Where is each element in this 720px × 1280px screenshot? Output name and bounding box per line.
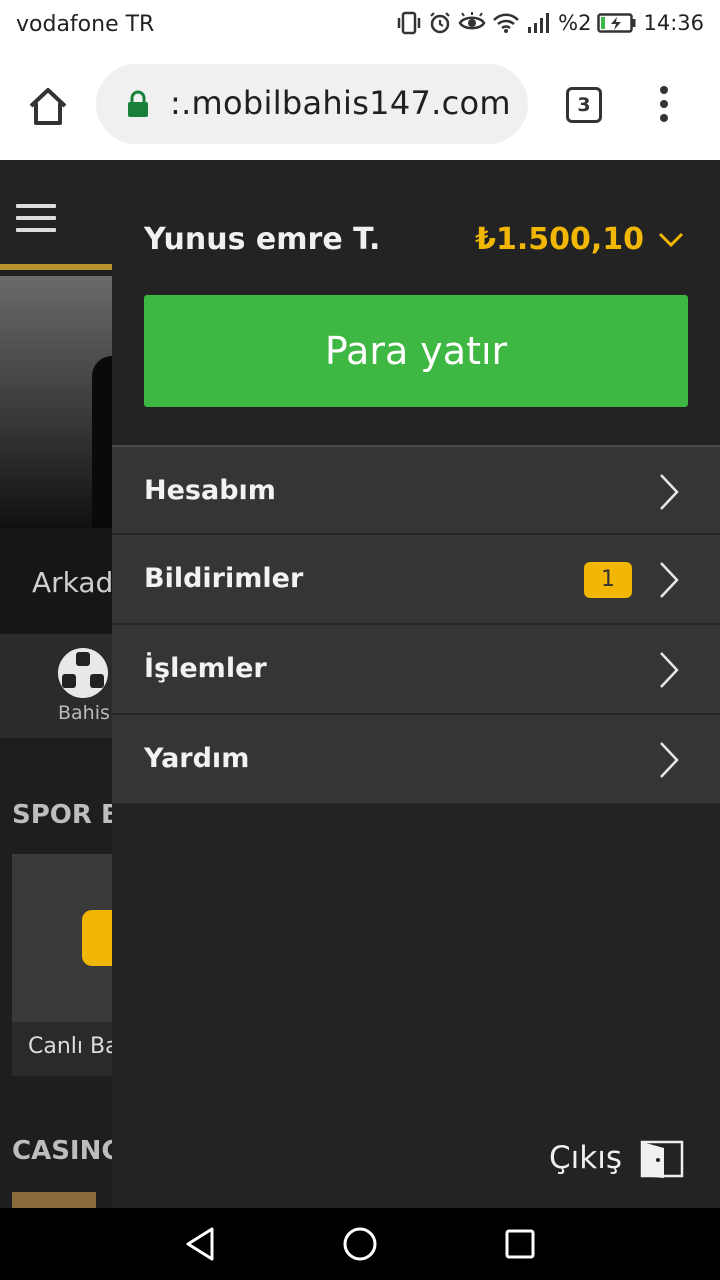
soccer-ball-icon bbox=[58, 648, 108, 698]
carrier-label: vodafone TR bbox=[16, 12, 155, 37]
lock-icon bbox=[128, 90, 148, 117]
menu-item-label: Bildirimler bbox=[144, 563, 304, 594]
logout-button[interactable]: Çıkış bbox=[549, 1138, 684, 1178]
nav-bahis-label: Bahis bbox=[58, 702, 110, 724]
kebab-menu-icon[interactable] bbox=[654, 86, 674, 126]
balance-amount: ₺1.500,10 bbox=[475, 222, 644, 257]
site-header bbox=[0, 160, 112, 270]
chevron-right-icon bbox=[660, 742, 679, 778]
promo-text: Arkad bbox=[32, 566, 112, 599]
menu-item-bildirimler[interactable]: Bildirimler 1 bbox=[112, 535, 720, 625]
section-title-sport: SPOR B bbox=[12, 800, 112, 830]
account-drawer: Yunus emre T. ₺1.500,10 Para yatır Hesab… bbox=[112, 160, 720, 1208]
account-menu: Hesabım Bildirimler 1 İşlemler Yardım bbox=[112, 445, 720, 805]
battery-percent: %2 bbox=[558, 11, 592, 35]
menu-item-yardim[interactable]: Yardım bbox=[112, 715, 720, 805]
user-header: Yunus emre T. ₺1.500,10 bbox=[112, 160, 720, 300]
nav-bahis[interactable]: Bahis bbox=[0, 634, 112, 738]
card-logo bbox=[82, 910, 112, 966]
menu-item-label: Yardım bbox=[144, 743, 250, 774]
promo-banner-image bbox=[0, 276, 112, 528]
door-exit-icon bbox=[640, 1140, 684, 1178]
live-betting-card[interactable]: Canlı Ba bbox=[12, 854, 112, 1076]
recents-icon[interactable] bbox=[504, 1228, 536, 1260]
home-circle-icon[interactable] bbox=[342, 1226, 378, 1262]
logout-label: Çıkış bbox=[549, 1140, 622, 1176]
android-nav-bar bbox=[0, 1208, 720, 1280]
battery-charging-icon bbox=[597, 13, 636, 33]
balance-dropdown[interactable]: ₺1.500,10 bbox=[475, 222, 684, 257]
back-icon[interactable] bbox=[184, 1226, 216, 1262]
card-label: Canlı Ba bbox=[28, 1034, 112, 1059]
alarm-icon bbox=[430, 12, 450, 34]
signal-icon bbox=[528, 13, 550, 33]
deposit-button[interactable]: Para yatır bbox=[144, 295, 688, 407]
chevron-right-icon bbox=[660, 652, 679, 688]
tab-switcher-button[interactable]: 3 bbox=[566, 87, 602, 123]
wifi-icon bbox=[493, 13, 520, 33]
address-bar[interactable]: :.mobilbahis147.com bbox=[96, 64, 528, 144]
home-icon[interactable] bbox=[26, 84, 70, 128]
chevron-down-icon bbox=[658, 232, 684, 247]
browser-toolbar: :.mobilbahis147.com 3 bbox=[0, 50, 720, 160]
chevron-right-icon bbox=[660, 474, 679, 510]
eye-icon bbox=[458, 12, 486, 30]
menu-item-label: İşlemler bbox=[144, 653, 267, 684]
screen: vodafone TR %2 14:36 :.mobilbahis147.com… bbox=[0, 0, 720, 1280]
menu-item-hesabim[interactable]: Hesabım bbox=[112, 445, 720, 535]
promo-text-bar: Arkad bbox=[0, 528, 112, 634]
chevron-right-icon bbox=[660, 562, 679, 598]
url-text[interactable]: :.mobilbahis147.com bbox=[170, 84, 511, 122]
system-icons: %2 14:36 bbox=[396, 11, 704, 35]
menu-item-islemler[interactable]: İşlemler bbox=[112, 625, 720, 715]
vibrate-icon bbox=[397, 11, 421, 35]
background-page: Arkad Bahis SPOR B Canlı Ba CASINC bbox=[0, 160, 112, 1208]
notification-badge: 1 bbox=[584, 562, 632, 598]
status-bar: vodafone TR %2 14:36 bbox=[0, 0, 720, 50]
hamburger-menu-icon[interactable] bbox=[16, 204, 56, 240]
clock: 14:36 bbox=[643, 11, 704, 35]
user-name: Yunus emre T. bbox=[144, 222, 381, 257]
casino-thumbnail[interactable] bbox=[12, 1192, 96, 1208]
section-title-casino: CASINC bbox=[12, 1136, 112, 1166]
menu-item-label: Hesabım bbox=[144, 475, 276, 506]
